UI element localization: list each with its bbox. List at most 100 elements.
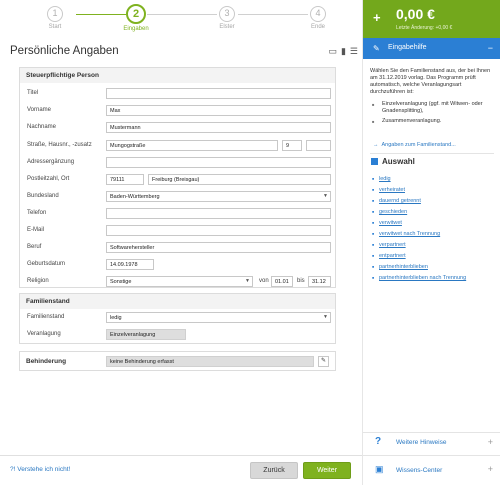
section-heading: Steuerpflichtige Person [20, 68, 335, 83]
field-label: E-Mail [27, 227, 45, 233]
familienstand-section: Familienstand Familienstand ledig ▼ Vera… [19, 293, 336, 344]
field-label: Veranlagung [27, 331, 61, 337]
field-label: Beruf [27, 244, 42, 250]
auswahl-option-verwitwet-nach-trennung[interactable]: verwitwet nach Trennung [372, 229, 500, 240]
book-icon: ▣ [375, 464, 384, 474]
select-value: Sonstige [110, 279, 132, 285]
field-label: Adressergänzung [27, 159, 75, 165]
eingabehilfe-title: Eingabehilfe [388, 44, 427, 51]
vorname-input[interactable]: Max [106, 105, 331, 116]
geburtsdatum-input[interactable]: 14.09.1978 [106, 259, 154, 270]
expand-icon[interactable]: + [488, 437, 493, 447]
religion-von-input[interactable]: 01.01 [271, 276, 293, 287]
auswahl-option-dauernd-getrennt[interactable]: dauernd getrennt [372, 196, 500, 207]
strasse-input[interactable]: Mungogstraße [106, 140, 278, 151]
auswahl-option-verwitwet[interactable]: verwitwet [372, 218, 500, 229]
auswahl-option-partnerhinterblieben-nach-trennung[interactable]: partnerhinterblieben nach Trennung [372, 273, 500, 284]
document-icon[interactable]: ▮ [341, 46, 346, 57]
next-button[interactable]: Weiter [303, 462, 351, 479]
ort-input[interactable]: Freiburg (Breisgau) [148, 174, 331, 185]
main-panel: 1 Start 2 Eingaben 3 Elster 4 Ende Persö… [0, 0, 362, 485]
link-label: Angaben zum Familienstand... [381, 142, 456, 148]
beruf-input[interactable]: Softwarehersteller [106, 242, 331, 253]
help-bullets: Einzelveranlagung (ggf. mit Witwen- oder… [370, 101, 498, 128]
postleitzahl-input[interactable]: 79111 [106, 174, 144, 185]
last-change: Letzte Änderung: +0,00 € [396, 25, 453, 31]
comment-icon[interactable]: ▭ [328, 46, 337, 57]
auswahl-option-entpartnert[interactable]: entpartnert [372, 251, 500, 262]
plus-icon: + [373, 10, 381, 25]
verstehe-ich-nicht-link[interactable]: ?! Verstehe ich nicht! [10, 466, 70, 473]
person-section: Steuerpflichtige Person Titel Vorname Ma… [19, 67, 336, 288]
refund-amount: 0,00 € [396, 6, 435, 22]
step-number: 1 [47, 6, 63, 22]
step-number: 4 [310, 6, 326, 22]
auswahl-list: ledig verheiratet dauernd getrennt gesch… [372, 174, 500, 284]
step-number: 2 [126, 4, 146, 24]
collapse-icon[interactable]: − [488, 43, 493, 53]
page-title: Persönliche Angaben [10, 45, 119, 57]
field-label: Postleitzahl, Ort [27, 176, 70, 182]
expand-icon[interactable]: + [488, 464, 493, 474]
select-value: Baden-Württemberg [110, 194, 160, 200]
progress-stepper: 1 Start 2 Eingaben 3 Elster 4 Ende [0, 0, 362, 40]
auswahl-heading: Auswahl [371, 157, 415, 166]
auswahl-option-partnerhinterblieben[interactable]: partnerhinterblieben [372, 262, 500, 273]
religion-select[interactable]: Sonstige ▼ [106, 276, 253, 287]
wissens-center-panel[interactable]: ▣ Wissens-Center + [363, 455, 500, 485]
eingabehilfe-header[interactable]: ✎ Eingabehilfe − [363, 38, 500, 59]
question-icon: ? [375, 436, 382, 447]
weitere-hinweise-panel[interactable]: ? Weitere Hinweise + [363, 432, 500, 452]
chevron-down-icon: ▼ [323, 193, 328, 199]
step-start[interactable]: 1 Start [35, 6, 75, 30]
arrow-right-icon: → [373, 142, 379, 148]
familienstand-info-link[interactable]: → Angaben zum Familienstand... [373, 142, 456, 148]
field-label: Vorname [27, 107, 52, 113]
step-ende[interactable]: 4 Ende [298, 6, 338, 30]
bundesland-select[interactable]: Baden-Württemberg ▼ [106, 191, 331, 202]
field-label: Religion [27, 278, 49, 284]
email-input[interactable] [106, 225, 331, 236]
field-label: Geburtsdatum [27, 261, 66, 267]
help-bullet: Einzelveranlagung (ggf. mit Witwen- oder… [370, 101, 498, 115]
checklist-icon [371, 158, 378, 166]
step-label: Ende [310, 24, 325, 30]
divider [370, 153, 494, 154]
select-value: ledig [110, 315, 122, 321]
pencil-icon: ✎ [320, 358, 327, 364]
religion-bis-input[interactable]: 31.12 [308, 276, 331, 287]
hausnummer-zusatz-input[interactable] [306, 140, 331, 151]
auswahl-option-geschieden[interactable]: geschieden [372, 207, 500, 218]
nachname-input[interactable]: Mustermann [106, 122, 331, 133]
step-eingaben[interactable]: 2 Eingaben [116, 4, 156, 32]
auswahl-option-verheiratet[interactable]: verheiratet [372, 185, 500, 196]
field-label: Titel [27, 90, 39, 96]
auswahl-title: Auswahl [382, 157, 415, 166]
veranlagung-value: Einzelveranlagung [106, 329, 186, 340]
chevron-down-icon: ▼ [323, 314, 328, 320]
auswahl-option-ledig[interactable]: ledig [372, 174, 500, 185]
field-label: Telefon [27, 210, 47, 216]
step-number: 3 [219, 6, 235, 22]
field-label: Straße, Hausnr., -zusatz [27, 142, 92, 148]
edit-behinderung-button[interactable]: ✎ [318, 356, 329, 367]
telefon-input[interactable] [106, 208, 331, 219]
title-actions: ▭ ▮ ☰ [328, 46, 358, 57]
step-label: Eingaben [123, 26, 149, 32]
step-elster[interactable]: 3 Elster [207, 6, 247, 30]
pencil-icon: ✎ [373, 44, 380, 53]
back-button[interactable]: Zurück [250, 462, 298, 479]
adressergaenzung-input[interactable] [106, 157, 331, 168]
bottom-bar: ?! Verstehe ich nicht! Zurück Weiter [0, 455, 362, 485]
section-heading: Familienstand [20, 294, 335, 309]
familienstand-select[interactable]: ledig ▼ [106, 312, 331, 323]
hausnummer-input[interactable]: 9 [282, 140, 302, 151]
field-label: Familienstand [27, 314, 65, 320]
behinderung-value: keine Behinderung erfasst [106, 356, 314, 367]
menu-icon[interactable]: ☰ [350, 46, 358, 57]
titel-input[interactable] [106, 88, 331, 99]
help-text: Wählen Sie den Familienstand aus, der be… [370, 68, 491, 95]
auswahl-option-verpartnert[interactable]: verpartnert [372, 240, 500, 251]
step-label: Start [48, 24, 62, 30]
wissens-center-label: Wissens-Center [396, 467, 443, 474]
